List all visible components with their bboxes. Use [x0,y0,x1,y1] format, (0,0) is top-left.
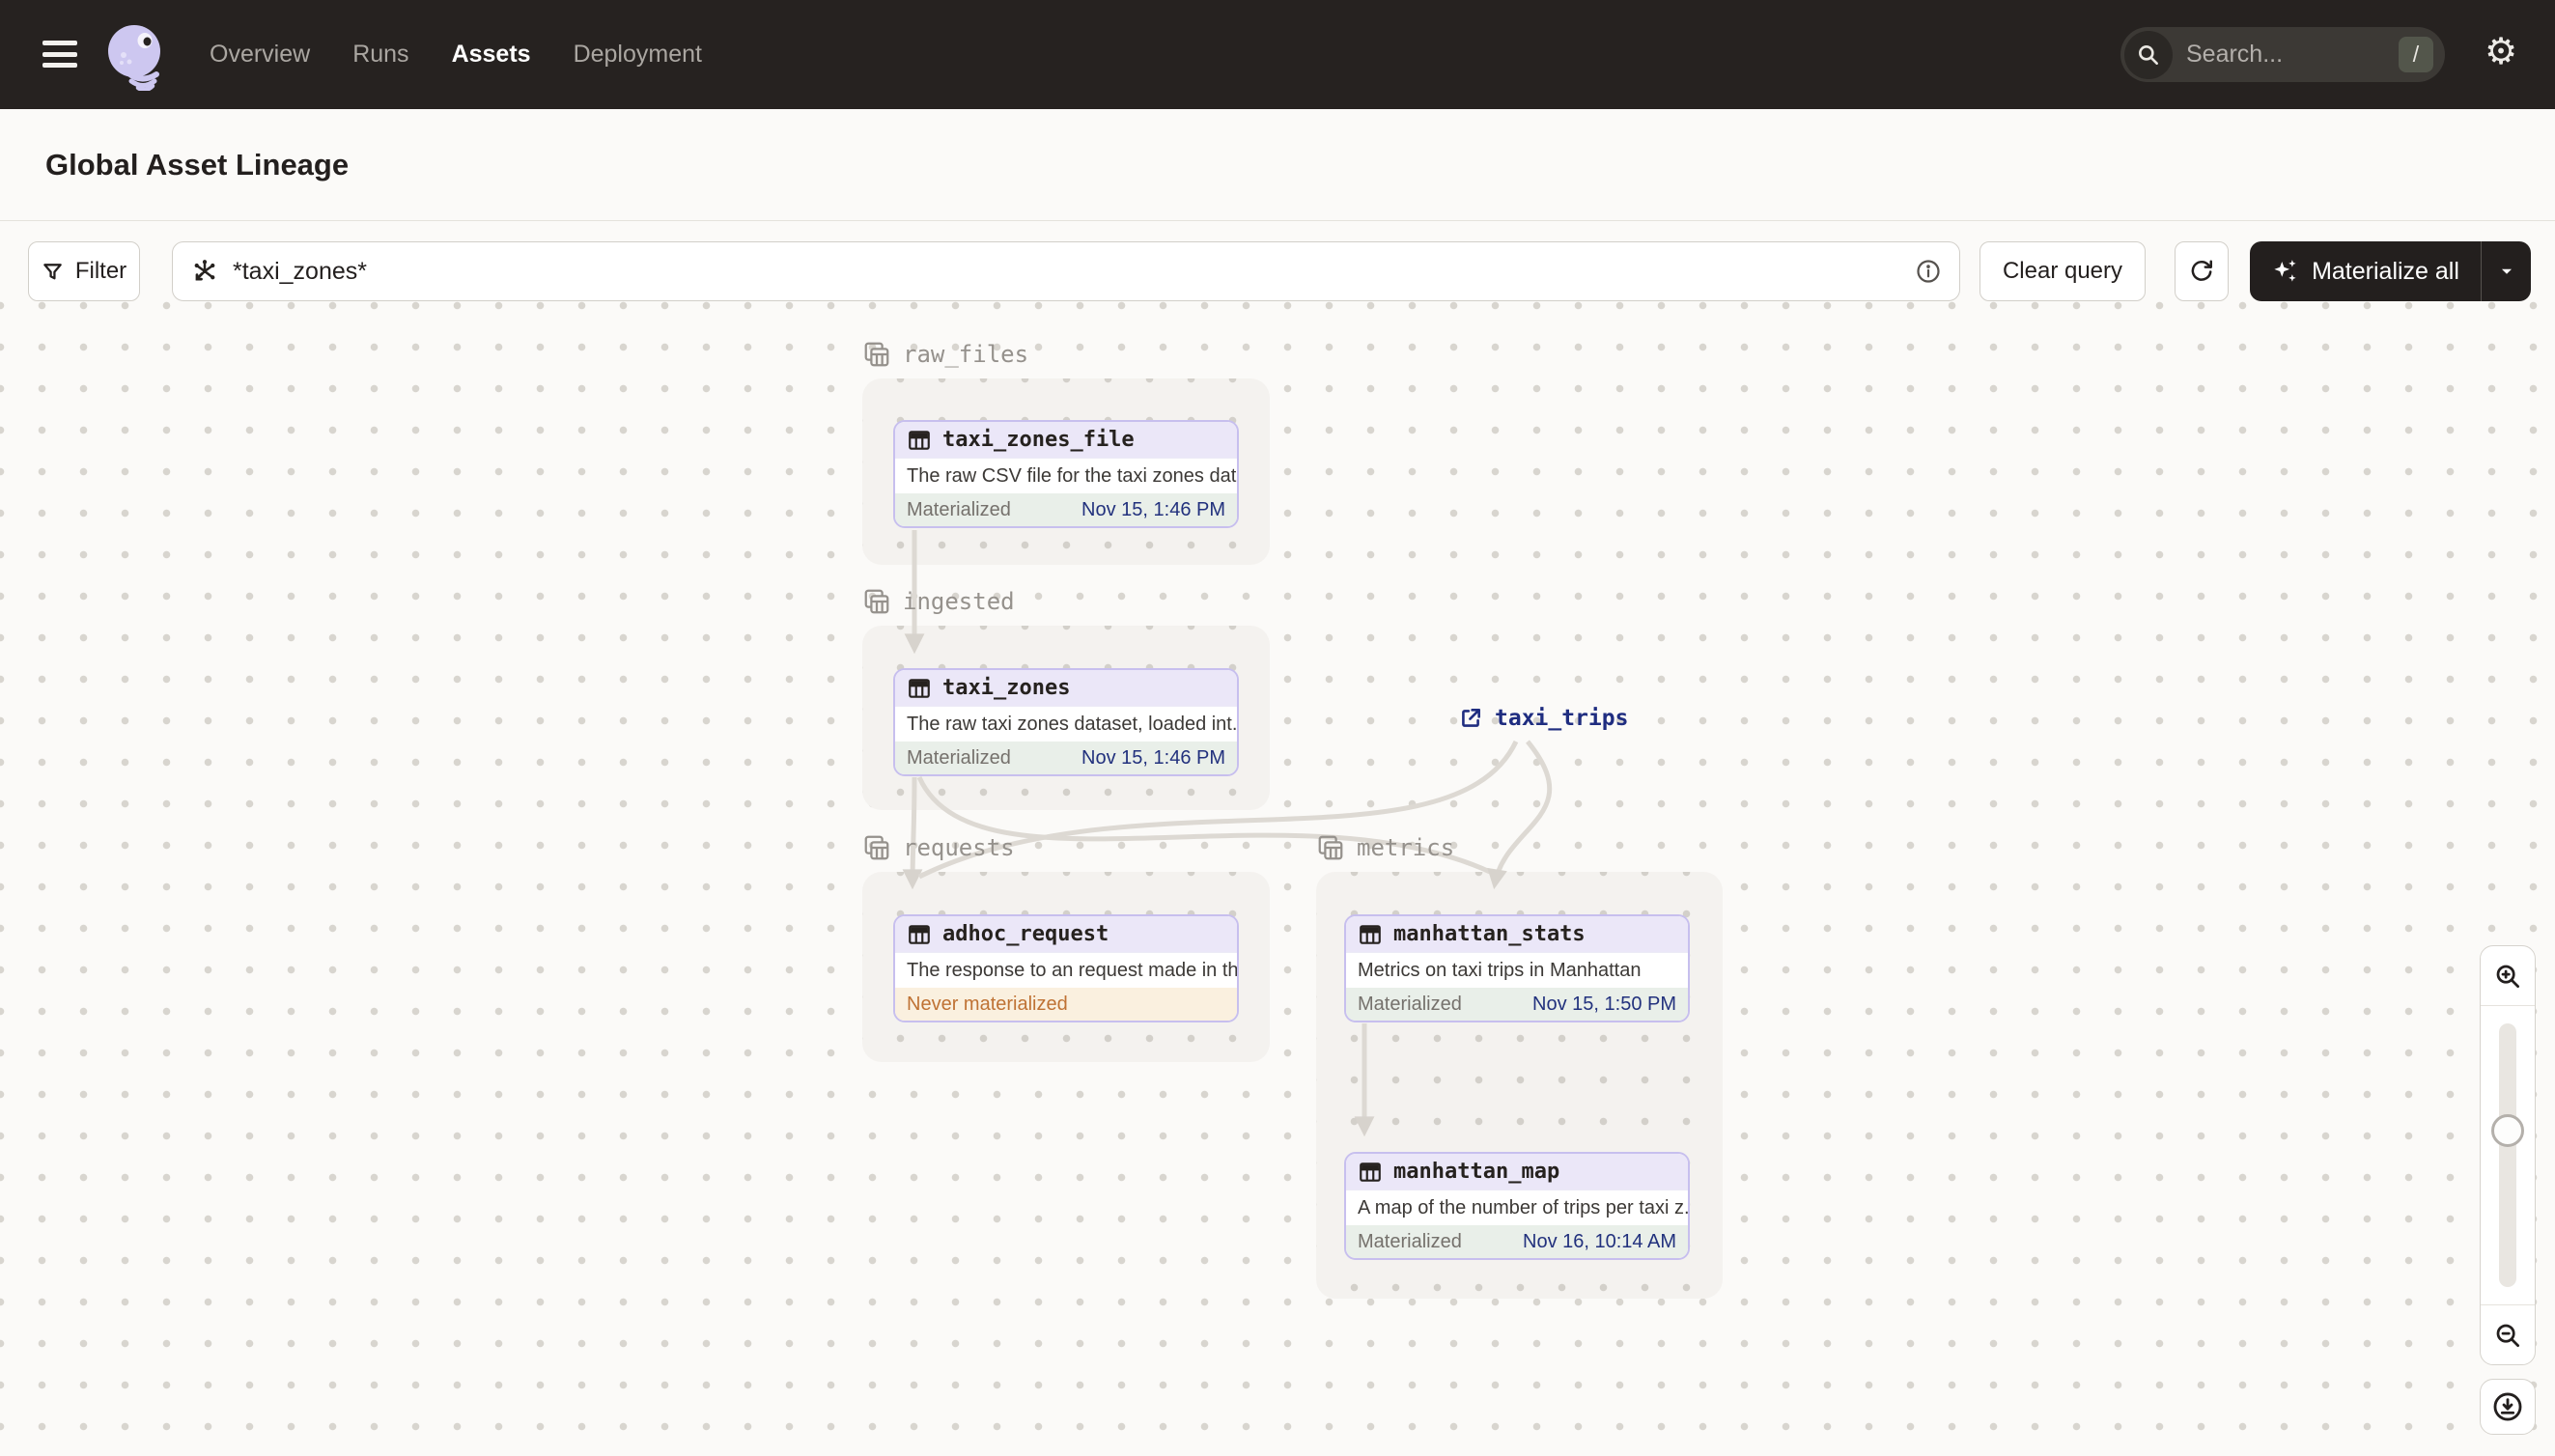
asset-node-header: manhattan_stats [1346,916,1688,952]
search-input[interactable]: Search... / [2120,27,2445,82]
asset-node-header: manhattan_map [1346,1154,1688,1190]
asset-node-taxi-zones-file[interactable]: taxi_zones_file The raw CSV file for the… [893,420,1239,528]
group-label-ingested[interactable]: ingested [862,587,1015,616]
asset-node-status: Never materialized [895,988,1237,1021]
asset-node-manhattan-map[interactable]: manhattan_map A map of the number of tri… [1344,1152,1690,1260]
group-tables-icon [1316,833,1345,862]
hamburger-menu-icon[interactable] [42,41,77,68]
group-tables-icon [862,340,891,369]
zoom-out-icon [2493,1321,2522,1350]
query-value: *taxi_zones* [233,257,367,285]
search-placeholder: Search... [2186,41,2284,68]
page-header: Global Asset Lineage Reload definitions [0,109,2555,300]
search-icon [2124,30,2173,79]
zoom-in-button[interactable] [2481,946,2535,1006]
group-label-requests[interactable]: requests [862,833,1015,862]
materialization-timestamp: Nov 15, 1:50 PM [1532,994,1676,1015]
group-label-raw-files[interactable]: raw_files [862,340,1028,369]
refresh-graph-button[interactable] [2175,241,2229,301]
table-icon [907,428,932,453]
materialize-options-caret-button[interactable] [2481,241,2531,301]
group-tables-icon [862,587,891,616]
sparkles-icon [2271,257,2300,286]
search-shortcut-badge: / [2399,37,2433,72]
materialization-timestamp: Nov 15, 1:46 PM [1081,499,1225,520]
external-link-icon [1458,706,1483,731]
zoom-slider-handle[interactable] [2491,1114,2524,1147]
clear-query-button[interactable]: Clear query [1979,241,2146,301]
materialize-all-split-button: Materialize all [2250,241,2531,301]
table-icon [907,922,932,947]
nav-item-runs[interactable]: Runs [352,41,408,69]
nav-item-assets[interactable]: Assets [452,41,531,69]
zoom-slider-track[interactable] [2499,1023,2516,1287]
nav-links: Overview Runs Assets Deployment [210,0,702,109]
funnel-icon [42,261,64,283]
nav-item-overview[interactable]: Overview [210,41,310,69]
group-label-metrics[interactable]: metrics [1316,833,1454,862]
table-icon [1358,1160,1383,1185]
zoom-slider[interactable] [2481,1006,2535,1304]
refresh-icon [2189,259,2214,284]
asset-node-description: The raw CSV file for the taxi zones dat.… [895,458,1237,493]
table-icon [1358,922,1383,947]
materialize-all-button[interactable]: Materialize all [2250,241,2481,301]
asset-node-description: A map of the number of trips per taxi z.… [1346,1190,1688,1225]
asset-node-status: Materialized Nov 15, 1:46 PM [895,742,1237,774]
lineage-toolbar: Filter *taxi_zones* Clear query Material… [0,241,2555,301]
zoom-out-button[interactable] [2481,1304,2535,1364]
external-asset-taxi-trips[interactable]: taxi_trips [1458,706,1628,731]
zoom-in-icon [2493,962,2522,991]
page-title: Global Asset Lineage [45,147,350,182]
download-image-button[interactable] [2480,1379,2536,1435]
materialization-timestamp: Nov 16, 10:14 AM [1523,1231,1676,1252]
asset-node-status: Materialized Nov 15, 1:50 PM [1346,988,1688,1021]
group-tables-icon [862,833,891,862]
asset-node-manhattan-stats[interactable]: manhattan_stats Metrics on taxi trips in… [1344,914,1690,1022]
asset-node-header: taxi_zones [895,670,1237,706]
gear-icon[interactable]: ⚙ [2480,31,2522,73]
dagster-app: Overview Runs Assets Deployment Search..… [0,0,2555,1456]
lineage-canvas[interactable] [0,301,2555,1456]
asset-node-description: The raw taxi zones dataset, loaded int..… [895,706,1237,742]
asset-node-description: Metrics on taxi trips in Manhattan [1346,952,1688,988]
asset-query-input[interactable]: *taxi_zones* [172,241,1960,301]
filter-button[interactable]: Filter [28,241,140,301]
chevron-down-icon [2496,261,2517,282]
dag-icon [190,257,219,286]
asset-node-taxi-zones[interactable]: taxi_zones The raw taxi zones dataset, l… [893,668,1239,776]
table-icon [907,676,932,701]
info-icon[interactable] [1915,258,1942,285]
dagster-logo[interactable] [102,21,172,91]
nav-item-deployment[interactable]: Deployment [574,41,702,69]
top-nav: Overview Runs Assets Deployment Search..… [0,0,2555,109]
asset-node-header: adhoc_request [895,916,1237,952]
asset-node-description: The response to an request made in th... [895,952,1237,988]
asset-node-status: Materialized Nov 15, 1:46 PM [895,493,1237,526]
asset-node-adhoc-request[interactable]: adhoc_request The response to an request… [893,914,1239,1022]
zoom-panel [2480,945,2536,1365]
materialization-timestamp: Nov 15, 1:46 PM [1081,747,1225,769]
asset-node-header: taxi_zones_file [895,422,1237,458]
asset-node-status: Materialized Nov 16, 10:14 AM [1346,1225,1688,1258]
download-icon [2491,1390,2524,1423]
